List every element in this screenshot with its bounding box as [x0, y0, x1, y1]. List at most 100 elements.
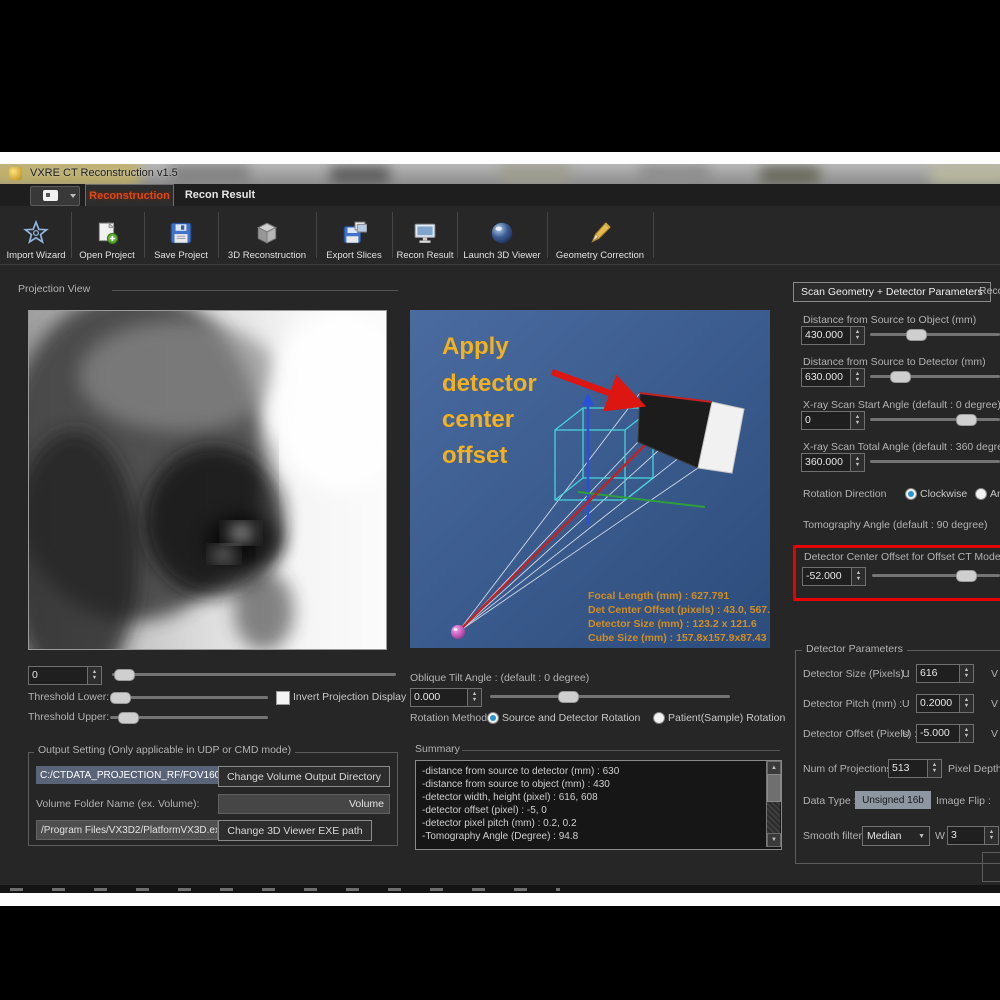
dropdown-value: Median	[867, 830, 901, 842]
tab-recon-result[interactable]: Recon Result	[178, 184, 262, 205]
oblique-tilt-slider[interactable]	[490, 695, 730, 698]
rotation-method-option-label: Source and Detector Rotation	[502, 712, 640, 724]
rotation-direction-radio-clockwise[interactable]	[905, 488, 917, 500]
volume-folder-input[interactable]: Volume	[218, 794, 390, 814]
star-wizard-icon	[23, 220, 49, 246]
threshold-lower-slider[interactable]	[110, 696, 268, 699]
tomography-angle-label: Tomography Angle (default : 90 degree)	[803, 519, 987, 531]
source-to-detector-slider[interactable]	[870, 375, 1000, 378]
detector-offset-u-spinner[interactable]: -5.000 ▲▼	[916, 724, 974, 743]
scan-start-angle-slider[interactable]	[870, 418, 1000, 421]
smooth-filter-dropdown[interactable]: Median ▼	[862, 826, 930, 846]
scrollbar-thumb[interactable]	[767, 774, 781, 802]
quick-access-button[interactable]	[30, 186, 80, 206]
num-projections-spinner[interactable]: 513 ▲▼	[888, 759, 942, 778]
scroll-up-icon[interactable]: ▲	[767, 761, 781, 775]
projection-view-group-line	[112, 290, 398, 291]
toolbar-button-geometry-correction[interactable]: Geometry Correction	[549, 209, 651, 261]
scroll-down-icon[interactable]: ▼	[767, 833, 781, 847]
slider-handle[interactable]	[956, 414, 977, 426]
summary-listbox[interactable]: -distance from source to detector (mm) :…	[415, 760, 782, 850]
path-text: C:/CTDATA_PROJECTION_RF/FOV160x80	[40, 770, 218, 781]
input-value: Volume	[349, 798, 384, 810]
spinner-arrows[interactable]: ▲▼	[984, 827, 998, 844]
viewer-exe-path[interactable]: /Program Files/VX3D2/PlatformVX3D.exe	[36, 820, 218, 840]
num-projections-value: 513	[889, 760, 927, 777]
toolbar-separator	[392, 212, 393, 258]
change-volume-output-button[interactable]: Change Volume Output Directory	[218, 766, 390, 787]
spinner-arrows[interactable]: ▲▼	[851, 568, 865, 585]
smooth-filter-w-label: W	[935, 830, 945, 842]
slider-handle[interactable]	[558, 691, 579, 703]
slider-handle[interactable]	[118, 712, 139, 724]
spinner-arrows[interactable]: ▲▼	[467, 689, 481, 706]
spinner-arrows[interactable]: ▲▼	[850, 327, 864, 344]
detector-parameters-group-label: Detector Parameters	[802, 643, 907, 655]
scan-start-angle-spinner[interactable]: 0 ▲▼	[801, 411, 865, 430]
spinner-arrows[interactable]: ▲▼	[959, 725, 973, 742]
spinner-arrows[interactable]: ▲▼	[87, 667, 101, 684]
toolbar-button-launch-3d-viewer[interactable]: Launch 3D Viewer	[459, 209, 545, 261]
detector-pitch-u-spinner[interactable]: 0.2000 ▲▼	[916, 694, 974, 713]
source-to-object-label: Distance from Source to Object (mm)	[803, 314, 976, 326]
toolbar-button-3d-reconstruction[interactable]: 3D Reconstruction	[220, 209, 314, 261]
slider-handle[interactable]	[114, 669, 135, 681]
oblique-tilt-spinner[interactable]: 0.000 ▲▼	[410, 688, 482, 707]
frame-index-slider[interactable]	[112, 673, 396, 676]
tab-reconstruction[interactable]: Reconstruction	[85, 184, 174, 206]
smooth-filter-w-spinner[interactable]: 3 ▲▼	[947, 826, 999, 845]
frame-index-spinner[interactable]: 0 ▲▼	[28, 666, 102, 685]
button-label: Change 3D Viewer EXE path	[227, 825, 362, 837]
toolbar: Import Wizard Open Project Save Project	[0, 206, 1000, 265]
data-type-label: Data Type :	[803, 795, 857, 807]
detector-size-u-value: 616	[917, 665, 959, 682]
chevron-down-icon: ▼	[918, 833, 925, 840]
summary-scrollbar[interactable]: ▲ ▼	[766, 761, 780, 847]
slider-handle[interactable]	[906, 329, 927, 341]
toolbar-button-save-project[interactable]: Save Project	[146, 209, 216, 261]
spinner-arrows[interactable]: ▲▼	[959, 665, 973, 682]
volume-output-path[interactable]: C:/CTDATA_PROJECTION_RF/FOV160x80	[36, 766, 218, 784]
invert-projection-checkbox[interactable]	[276, 691, 290, 705]
rotation-method-radio-source-detector[interactable]	[487, 712, 499, 724]
projection-image[interactable]	[28, 310, 387, 650]
info-line: Cube Size (mm) : 157.8x157.9x87.43	[588, 632, 767, 644]
spinner-arrows[interactable]: ▲▼	[850, 412, 864, 429]
taskbar-items	[10, 888, 560, 891]
toolbar-button-open-project[interactable]: Open Project	[73, 209, 141, 261]
floppy-disk-icon	[168, 220, 194, 246]
summary-line: -distance from source to detector (mm) :…	[422, 765, 765, 778]
tab-recon[interactable]: Recon	[972, 282, 1000, 300]
slider-handle[interactable]	[956, 570, 977, 582]
toolbar-button-export-slices[interactable]: Export Slices	[318, 209, 390, 261]
change-3d-viewer-exe-button[interactable]: Change 3D Viewer EXE path	[218, 820, 372, 841]
data-type-value[interactable]: Unsigned 16b	[855, 791, 931, 809]
detector-size-u-spinner[interactable]: 616 ▲▼	[916, 664, 974, 683]
detector-pitch-u-value: 0.2000	[917, 695, 959, 712]
detector-offset-v-label: V	[991, 728, 998, 740]
scan-total-angle-value: 360.000	[802, 454, 850, 471]
spinner-arrows[interactable]: ▲▼	[850, 454, 864, 471]
detector-center-offset-spinner[interactable]: -52.000 ▲▼	[802, 567, 866, 586]
frame-index-value: 0	[29, 667, 87, 684]
threshold-upper-slider[interactable]	[110, 716, 268, 719]
slider-handle[interactable]	[890, 371, 911, 383]
toolbar-button-recon-result[interactable]: Recon Result	[394, 209, 456, 261]
scan-total-angle-slider[interactable]	[870, 460, 1000, 463]
source-to-object-spinner[interactable]: 430.000 ▲▼	[801, 326, 865, 345]
slider-handle[interactable]	[110, 692, 131, 704]
main-tab-bar: Reconstruction Recon Result	[0, 184, 1000, 207]
source-to-detector-spinner[interactable]: 630.000 ▲▼	[801, 368, 865, 387]
scan-total-angle-spinner[interactable]: 360.000 ▲▼	[801, 453, 865, 472]
rotation-method-radio-patient[interactable]	[653, 712, 665, 724]
tab-scan-geometry[interactable]: Scan Geometry + Detector Parameters	[793, 282, 991, 302]
pixel-depth-label: Pixel Depth (	[948, 763, 1000, 775]
detector-center-offset-slider[interactable]	[872, 574, 1000, 577]
spinner-arrows[interactable]: ▲▼	[927, 760, 941, 777]
geometry-3d-view[interactable]: Apply detector center offset Focal Lengt…	[410, 310, 770, 648]
toolbar-button-import-wizard[interactable]: Import Wizard	[3, 209, 69, 261]
rotation-direction-radio-anticlockwise[interactable]	[975, 488, 987, 500]
spinner-arrows[interactable]: ▲▼	[959, 695, 973, 712]
source-to-object-slider[interactable]	[870, 333, 1000, 336]
spinner-arrows[interactable]: ▲▼	[850, 369, 864, 386]
